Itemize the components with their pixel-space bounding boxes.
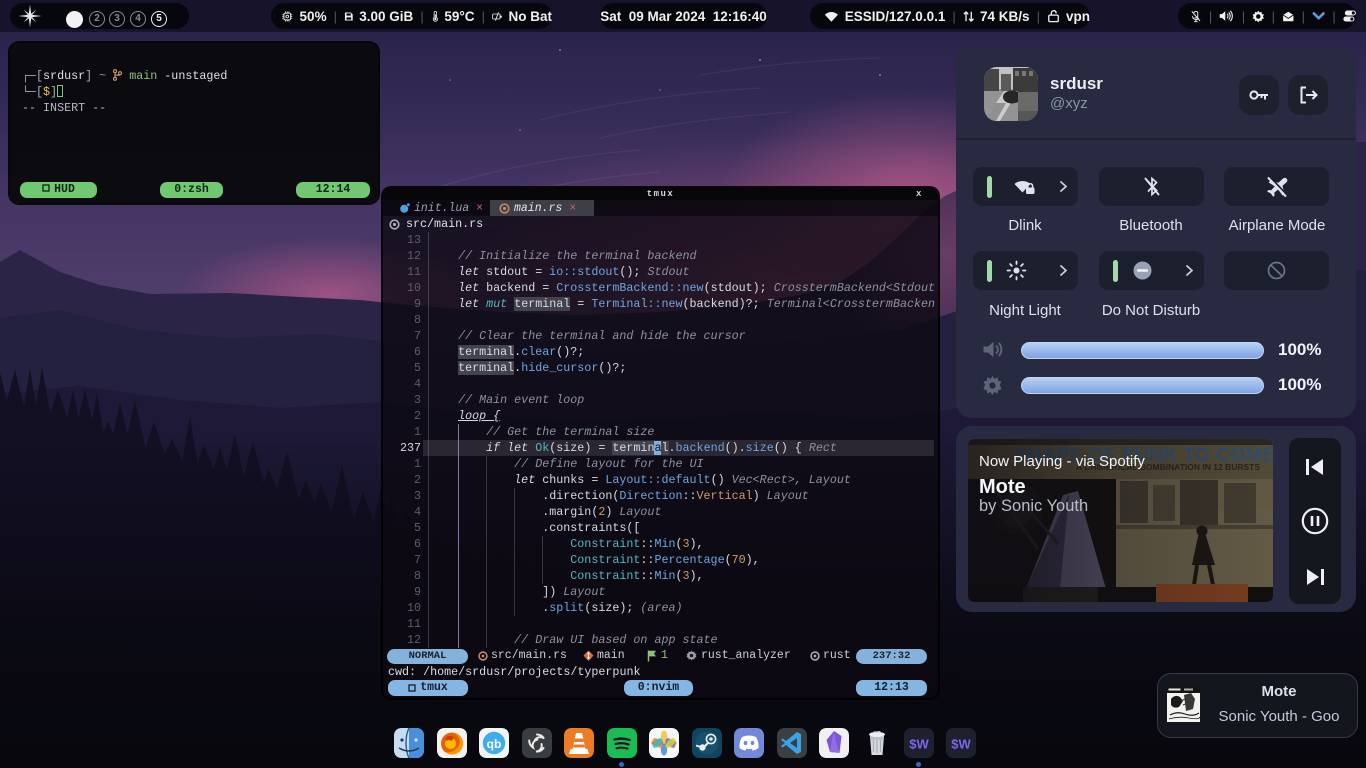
svg-text:$W: $W (951, 737, 971, 752)
svg-text:$W: $W (909, 737, 929, 752)
svg-text:qb: qb (487, 737, 502, 751)
